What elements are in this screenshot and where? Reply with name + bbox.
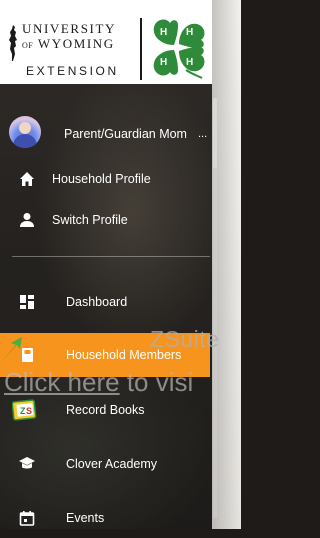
profile-name: Parent/Guardian Mom bbox=[64, 127, 187, 141]
4h-clover-logo: H H H H bbox=[146, 16, 208, 80]
profile-menu-ellipsis[interactable]: ... bbox=[198, 126, 207, 142]
calendar-icon bbox=[18, 509, 36, 527]
sidebar-item-dashboard[interactable]: Dashboard bbox=[0, 282, 212, 322]
dashboard-icon bbox=[18, 293, 36, 311]
sidebar-item-label: Dashboard bbox=[66, 295, 128, 309]
record-books-icon: Z S bbox=[12, 399, 38, 421]
logo-header[interactable]: UNIVERSITY OF WYOMING EXTENSION H H H H bbox=[0, 0, 212, 84]
svg-text:S: S bbox=[26, 406, 32, 416]
logo-of: OF bbox=[22, 41, 34, 50]
profile-row[interactable]: Parent/Guardian Mom ... bbox=[0, 112, 212, 154]
svg-text:H: H bbox=[160, 57, 167, 68]
sidebar-item-household-profile[interactable]: Household Profile bbox=[0, 159, 212, 199]
svg-text:H: H bbox=[186, 57, 193, 68]
sidebar-scrollbar-thumb[interactable] bbox=[213, 98, 217, 168]
bucking-horse-icon bbox=[9, 25, 17, 61]
sidebar-item-switch-profile[interactable]: Switch Profile bbox=[0, 200, 212, 240]
svg-text:H: H bbox=[186, 27, 193, 38]
logo-university: UNIVERSITY bbox=[22, 21, 116, 36]
avatar bbox=[9, 116, 41, 148]
zsuite-overlay-text: ZSuite bbox=[150, 326, 220, 352]
person-icon bbox=[18, 211, 36, 229]
sidebar-item-clover-academy[interactable]: Clover Academy bbox=[0, 444, 212, 484]
logo-divider bbox=[140, 18, 142, 80]
sidebar-item-label: Events bbox=[66, 511, 105, 525]
sidebar-divider bbox=[12, 256, 210, 257]
sidebar-item-label: Switch Profile bbox=[52, 213, 128, 227]
green-arrow-icon bbox=[0, 337, 22, 363]
sidebar-item-label: Household Profile bbox=[52, 172, 151, 186]
clover-icon: H H H H bbox=[153, 19, 205, 79]
uw-extension-logo: UNIVERSITY OF WYOMING EXTENSION bbox=[4, 18, 140, 78]
home-icon bbox=[18, 170, 36, 188]
sidebar-item-label: Record Books bbox=[66, 403, 145, 417]
logo-extension: EXTENSION bbox=[26, 64, 119, 78]
sidebar-item-record-books[interactable]: Z S Record Books bbox=[0, 390, 212, 430]
sidebar-item-events[interactable]: Events bbox=[0, 498, 212, 538]
sidebar-item-label: Clover Academy bbox=[66, 457, 158, 471]
svg-text:H: H bbox=[160, 27, 167, 38]
logo-wyoming: WYOMING bbox=[37, 36, 115, 51]
graduation-cap-icon bbox=[18, 455, 36, 473]
